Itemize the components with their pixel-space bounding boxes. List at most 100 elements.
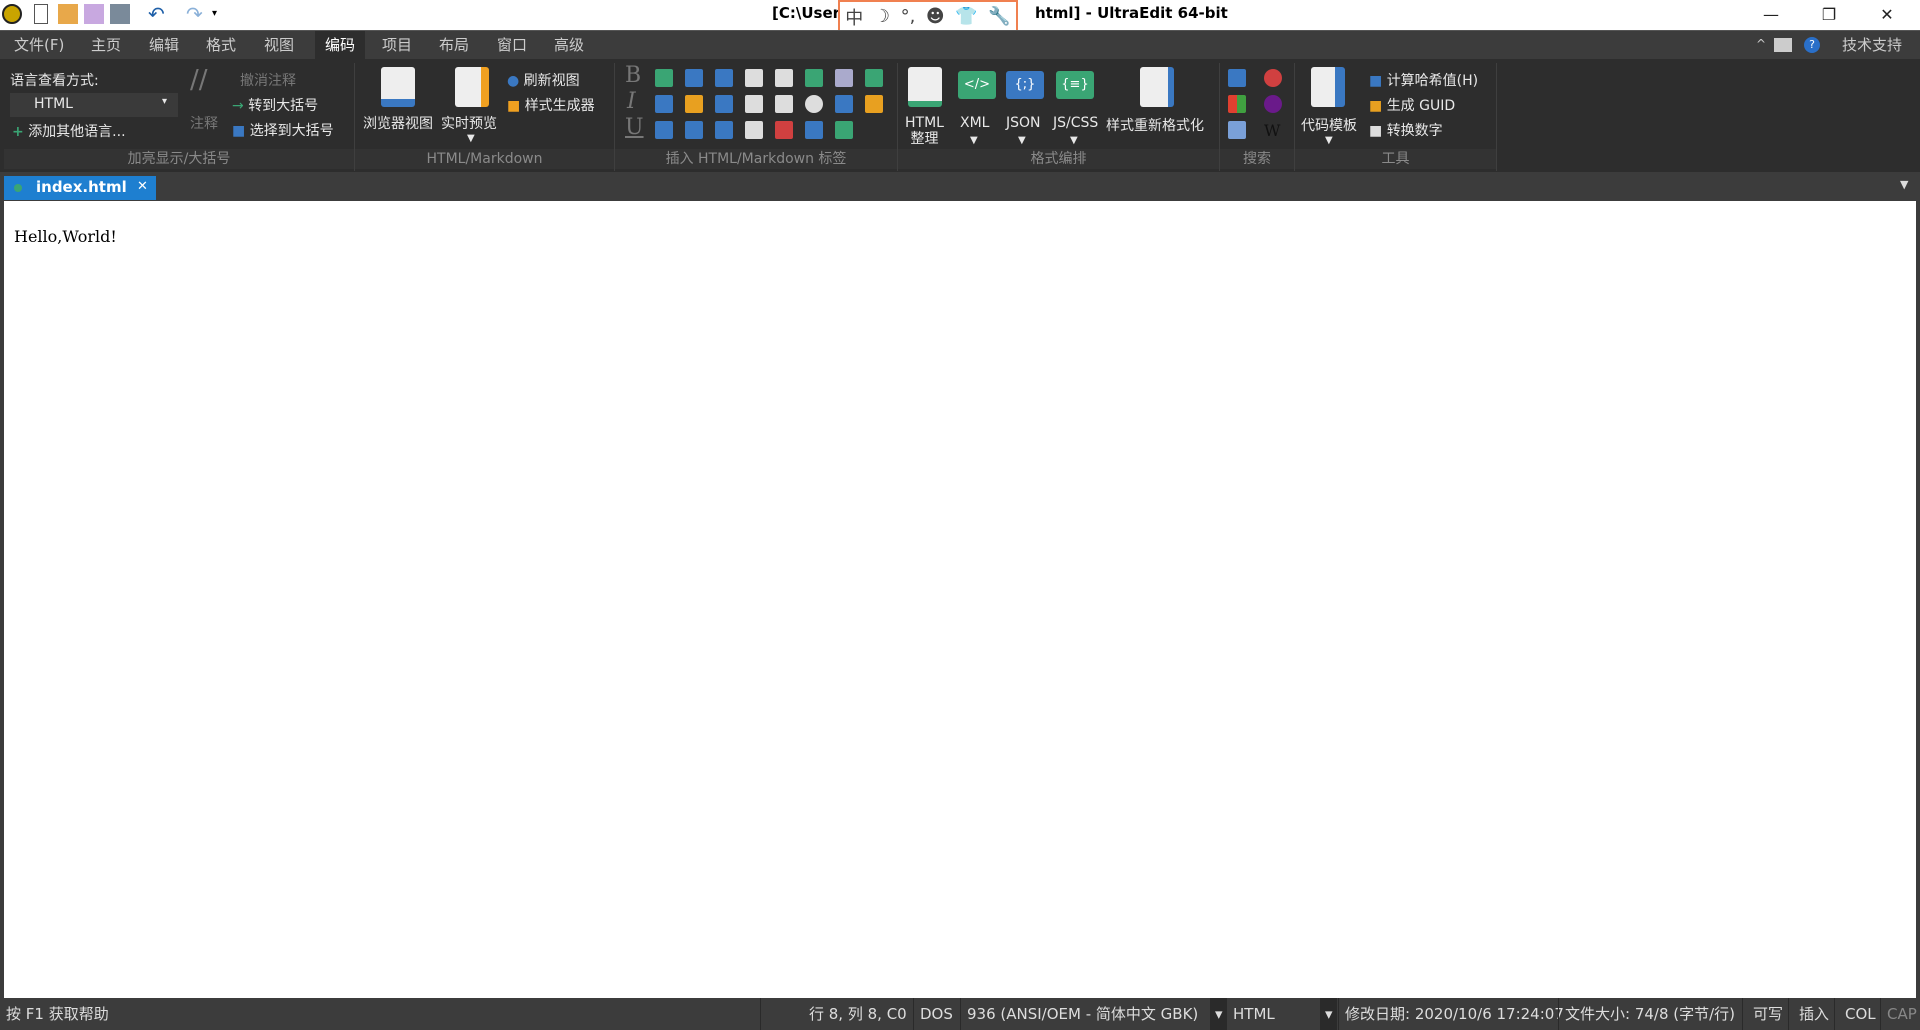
italic-icon[interactable]: I <box>627 89 636 114</box>
php-search-icon[interactable] <box>1228 69 1246 87</box>
undo-icon[interactable]: ↶ <box>148 4 168 24</box>
add-language-button[interactable]: + 添加其他语言... <box>12 121 126 141</box>
close-button[interactable]: ✕ <box>1858 2 1916 28</box>
menu-layout[interactable]: 布局 <box>431 31 477 60</box>
status-syntax[interactable]: HTML <box>1226 998 1324 1030</box>
numbered-list-icon[interactable] <box>655 121 673 139</box>
status-insert[interactable]: 插入 <box>1788 998 1839 1030</box>
help-icon[interactable]: ? <box>1804 37 1820 53</box>
convert-number-button[interactable]: ■ 转换数字 <box>1369 120 1443 140</box>
menu-advanced[interactable]: 高级 <box>546 31 592 60</box>
new-file-icon[interactable] <box>34 4 48 24</box>
checkbox-icon[interactable] <box>805 69 823 87</box>
layout-icon[interactable] <box>1774 38 1792 52</box>
comment-button[interactable]: 注释 <box>190 113 218 133</box>
ime-punct-icon[interactable]: °, <box>901 6 916 27</box>
ime-user-icon[interactable]: ☻ <box>926 6 945 27</box>
menu-project[interactable]: 项目 <box>374 31 420 60</box>
status-dropdown-icon[interactable]: ▾ <box>1320 998 1337 1030</box>
tools-search-icon[interactable] <box>1228 121 1246 139</box>
tab-index-html[interactable]: index.html ✕ <box>4 176 156 200</box>
menu-file[interactable]: 文件(F) <box>6 31 72 60</box>
lock-icon[interactable] <box>865 95 883 113</box>
menu-home[interactable]: 主页 <box>83 31 129 60</box>
bold-icon[interactable]: B <box>625 63 641 88</box>
code-template-dropdown-icon[interactable]: ▼ <box>1325 135 1333 146</box>
guid-button[interactable]: ■ 生成 GUID <box>1369 95 1455 115</box>
ime-moon-icon[interactable]: ☽ <box>874 6 890 27</box>
anchor-icon[interactable] <box>835 95 853 113</box>
menu-coding[interactable]: 编码 <box>315 31 366 60</box>
underline-icon[interactable]: U <box>625 115 644 140</box>
tab-list-dropdown-icon[interactable]: ▼ <box>1900 178 1908 191</box>
menu-format[interactable]: 格式 <box>198 31 244 60</box>
jscss-button[interactable]: JS/CSS <box>1053 115 1098 131</box>
special-char-icon[interactable] <box>835 121 853 139</box>
hash-button[interactable]: ■ 计算哈希值(H) <box>1369 70 1478 90</box>
menu-edit[interactable]: 编辑 <box>141 31 187 60</box>
tech-support-link[interactable]: 技术支持 <box>1834 31 1910 60</box>
browser-view-button[interactable]: 浏览器视图 <box>363 113 433 133</box>
minimize-button[interactable]: — <box>1742 2 1800 28</box>
print-icon[interactable] <box>110 4 130 24</box>
ime-skin-icon[interactable]: 👕 <box>955 6 977 27</box>
collapse-ribbon-icon[interactable]: ^ <box>1756 37 1766 51</box>
html-tidy-button[interactable]: HTML 整理 <box>905 115 944 147</box>
customize-dropdown-icon[interactable]: ▾ <box>212 4 232 24</box>
save-icon[interactable] <box>84 4 104 24</box>
json-dropdown-icon[interactable]: ▼ <box>1018 135 1026 146</box>
style-builder-button[interactable]: ■ 样式生成器 <box>507 95 595 115</box>
insert-image-icon[interactable] <box>745 69 763 87</box>
ime-settings-icon[interactable]: 🔧 <box>988 6 1010 27</box>
menu-view[interactable]: 视图 <box>256 31 302 60</box>
open-folder-icon[interactable] <box>58 4 78 24</box>
copy-icon[interactable] <box>835 69 853 87</box>
tab-close-icon[interactable]: ✕ <box>137 179 148 194</box>
refresh-view-button[interactable]: ● 刷新视图 <box>507 70 580 90</box>
password-icon[interactable] <box>775 95 793 113</box>
restore-button[interactable]: ❐ <box>1800 2 1858 28</box>
microsoft-search-icon[interactable] <box>1228 95 1246 113</box>
font-color-icon[interactable] <box>685 69 703 87</box>
select-brace-button[interactable]: ■ 选择到大括号 <box>232 120 334 140</box>
status-codepage[interactable]: 936 (ANSI/OEM - 简体中文 GBK) <box>960 998 1204 1030</box>
align-left-icon[interactable] <box>685 121 703 139</box>
reset-button-icon[interactable] <box>775 121 793 139</box>
xml-dropdown-icon[interactable]: ▼ <box>970 135 978 146</box>
syntax-dropdown-icon[interactable]: ▾ <box>1210 998 1227 1030</box>
goto-brace-button[interactable]: → 转到大括号 <box>232 95 318 115</box>
highlight-icon[interactable] <box>685 95 703 113</box>
table-icon[interactable] <box>775 69 793 87</box>
status-line-ending[interactable]: DOS <box>913 998 959 1030</box>
google-search-icon[interactable] <box>1264 69 1282 87</box>
image-icon[interactable] <box>805 121 823 139</box>
wikipedia-search-icon[interactable]: W <box>1264 121 1282 140</box>
yahoo-search-icon[interactable] <box>1264 95 1282 113</box>
ime-chinese-icon[interactable]: 中 <box>845 4 863 30</box>
input-field-icon[interactable] <box>745 121 763 139</box>
align-center-icon[interactable] <box>715 69 733 87</box>
live-preview-button[interactable]: 实时预览 <box>441 113 497 133</box>
code-template-button[interactable]: 代码模板 <box>1301 115 1357 135</box>
redo-icon[interactable]: ↷ <box>186 4 206 24</box>
editor-area[interactable]: Hello,World! <box>4 201 1916 998</box>
json-button[interactable]: JSON <box>1006 115 1041 131</box>
live-preview-dropdown-icon[interactable]: ▼ <box>467 133 475 144</box>
justify-icon[interactable] <box>715 121 733 139</box>
uncomment-button[interactable]: 撤消注释 <box>240 70 296 90</box>
jscss-dropdown-icon[interactable]: ▼ <box>1070 135 1078 146</box>
radio-icon[interactable] <box>805 95 823 113</box>
status-col[interactable]: COL <box>1834 998 1886 1030</box>
menu-window[interactable]: 窗口 <box>489 31 535 60</box>
ime-toolbar[interactable]: 中 ☽ °, ☻ 👕 🔧 <box>838 0 1018 33</box>
reformat-button[interactable]: 样式重新格式化 <box>1106 115 1204 135</box>
status-writable[interactable]: 可写 <box>1742 998 1793 1030</box>
xml-button[interactable]: XML <box>960 115 989 131</box>
language-select[interactable]: HTML ▾ <box>10 93 178 117</box>
align-right-icon[interactable] <box>715 95 733 113</box>
encode-icon[interactable] <box>865 69 883 87</box>
status-position[interactable]: 行 8, 列 8, C0 <box>760 998 913 1030</box>
list-icon[interactable] <box>655 69 673 87</box>
textbox-icon[interactable] <box>745 95 763 113</box>
ordered-list-icon[interactable] <box>655 95 673 113</box>
